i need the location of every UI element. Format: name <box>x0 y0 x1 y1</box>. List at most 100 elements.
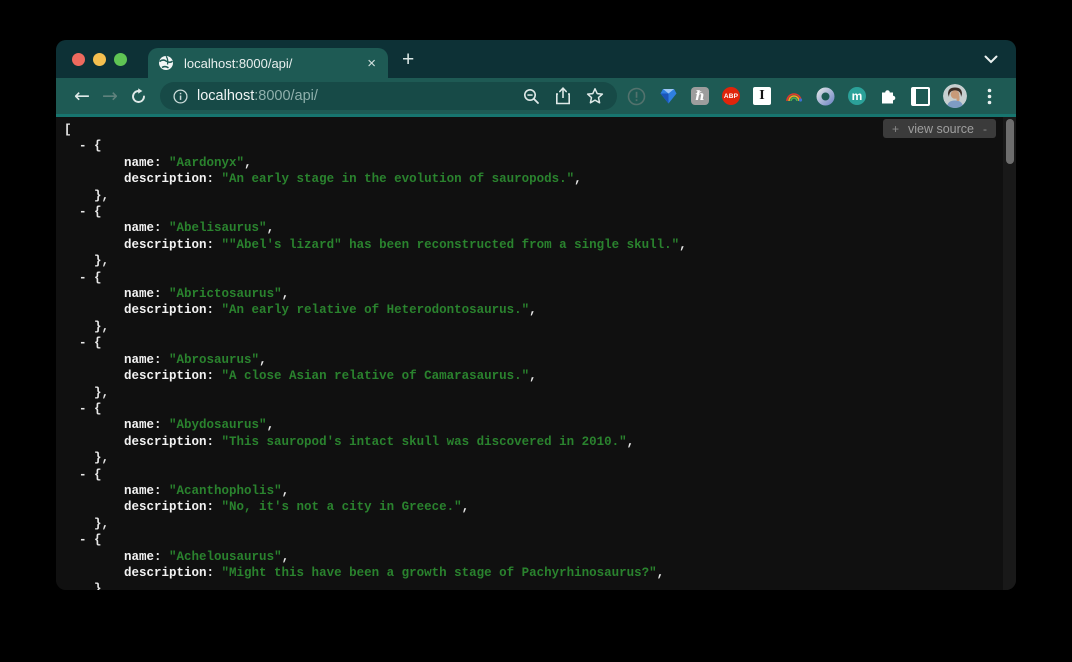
json-line: - { <box>64 467 996 483</box>
indent <box>64 254 94 268</box>
side-panel-icon[interactable] <box>911 87 930 106</box>
collapse-toggle[interactable]: - <box>79 205 94 219</box>
object-close-brace: }, <box>94 254 109 268</box>
back-button[interactable]: ← <box>68 85 96 107</box>
reload-button[interactable] <box>124 88 152 105</box>
indent <box>64 451 94 465</box>
tab-close-icon[interactable]: × <box>365 56 378 71</box>
comma: , <box>462 500 470 514</box>
colon: : <box>207 369 222 383</box>
object-open-brace: { <box>94 533 102 547</box>
collapse-all-button[interactable]: - <box>983 122 987 136</box>
tab-title: localhost:8000/api/ <box>184 56 365 71</box>
scrollbar-thumb[interactable] <box>1006 119 1014 164</box>
browser-window: localhost:8000/api/ × + ← → <box>56 40 1016 590</box>
json-key: description <box>124 566 207 580</box>
json-key: name <box>124 418 154 432</box>
json-string-value: "No, it's not a city in Greece." <box>222 500 462 514</box>
json-string-value: "This sauropod's intact skull was discov… <box>222 435 627 449</box>
collapse-toggle[interactable]: - <box>79 336 94 350</box>
colon: : <box>207 303 222 317</box>
json-line: [ <box>64 122 996 138</box>
browser-menu-kebab-icon[interactable] <box>980 87 999 106</box>
indent <box>64 238 124 252</box>
expand-all-button[interactable]: + <box>892 122 899 136</box>
indent <box>64 303 124 317</box>
comma: , <box>282 484 290 498</box>
colon: : <box>154 221 169 235</box>
json-key: name <box>124 221 154 235</box>
url-text[interactable]: localhost:8000/api/ <box>197 88 318 104</box>
instapaper-extension-icon[interactable]: I <box>753 87 771 105</box>
scrollbar-track[interactable] <box>1003 117 1016 590</box>
json-line: - { <box>64 270 996 286</box>
site-info-icon[interactable] <box>173 89 188 104</box>
object-close-brace: }, <box>94 582 109 590</box>
object-open-brace: { <box>94 336 102 350</box>
json-line: }, <box>64 188 996 204</box>
json-key: name <box>124 287 154 301</box>
colon: : <box>154 353 169 367</box>
browser-tab[interactable]: localhost:8000/api/ × <box>148 48 388 78</box>
collapse-toggle[interactable]: - <box>79 271 94 285</box>
json-line: name: "Abydosaurus", <box>64 417 996 433</box>
close-window-button[interactable] <box>72 53 85 66</box>
rainbow-extension-icon[interactable] <box>784 87 803 106</box>
json-line: name: "Abrosaurus", <box>64 352 996 368</box>
json-line: description: "An early relative of Heter… <box>64 302 996 318</box>
json-line: - { <box>64 138 996 154</box>
json-string-value: "Abelisaurus" <box>169 221 267 235</box>
gray-script-extension-icon[interactable]: ℏ <box>691 87 709 105</box>
zoom-out-icon[interactable] <box>523 88 540 105</box>
indent <box>64 139 79 153</box>
profile-avatar[interactable] <box>943 84 967 108</box>
json-line: - { <box>64 401 996 417</box>
extensions-puzzle-icon[interactable] <box>879 87 898 106</box>
json-string-value: "Abrictosaurus" <box>169 287 282 301</box>
object-open-brace: { <box>94 139 102 153</box>
teal-m-extension-icon[interactable]: m <box>848 87 866 105</box>
json-line: name: "Abrictosaurus", <box>64 286 996 302</box>
json-line: }, <box>64 450 996 466</box>
indent <box>64 369 124 383</box>
indent <box>64 271 79 285</box>
json-string-value: "Achelousaurus" <box>169 550 282 564</box>
json-string-value: "Aardonyx" <box>169 156 244 170</box>
indent <box>64 566 124 580</box>
json-line: description: "A close Asian relative of … <box>64 368 996 384</box>
dimmed-warning-extension-icon[interactable] <box>627 87 646 106</box>
tab-search-chevron-icon[interactable] <box>984 55 998 64</box>
globe-favicon-icon <box>158 55 174 71</box>
collapse-toggle[interactable]: - <box>79 533 94 547</box>
view-source-button[interactable]: view source <box>908 122 974 136</box>
view-source-control[interactable]: + view source - <box>883 119 996 138</box>
json-line: name: "Achelousaurus", <box>64 549 996 565</box>
minimize-window-button[interactable] <box>93 53 106 66</box>
colon: : <box>207 435 222 449</box>
json-line: description: ""Abel's lizard" has been r… <box>64 237 996 253</box>
indent <box>64 468 79 482</box>
collapse-toggle[interactable]: - <box>79 402 94 416</box>
comma: , <box>574 172 582 186</box>
address-bar[interactable]: localhost:8000/api/ <box>160 82 617 110</box>
share-icon[interactable] <box>555 87 571 105</box>
colon: : <box>154 484 169 498</box>
object-close-brace: }, <box>94 386 109 400</box>
json-key: name <box>124 156 154 170</box>
collapse-toggle[interactable]: - <box>79 139 94 153</box>
indent <box>64 336 79 350</box>
forward-button[interactable]: → <box>96 85 124 107</box>
blue-gem-extension-icon[interactable] <box>659 87 678 106</box>
json-string-value: "Might this have been a growth stage of … <box>222 566 657 580</box>
new-tab-button[interactable]: + <box>402 49 414 70</box>
adblock-plus-extension-icon[interactable]: ABP <box>722 87 740 105</box>
collapse-toggle[interactable]: - <box>79 468 94 482</box>
json-line: }, <box>64 385 996 401</box>
bookmark-star-icon[interactable] <box>586 87 604 105</box>
json-string-value: "An early stage in the evolution of saur… <box>222 172 575 186</box>
blue-ring-extension-icon[interactable] <box>816 87 835 106</box>
colon: : <box>154 287 169 301</box>
maximize-window-button[interactable] <box>114 53 127 66</box>
indent <box>64 386 94 400</box>
object-close-brace: }, <box>94 320 109 334</box>
